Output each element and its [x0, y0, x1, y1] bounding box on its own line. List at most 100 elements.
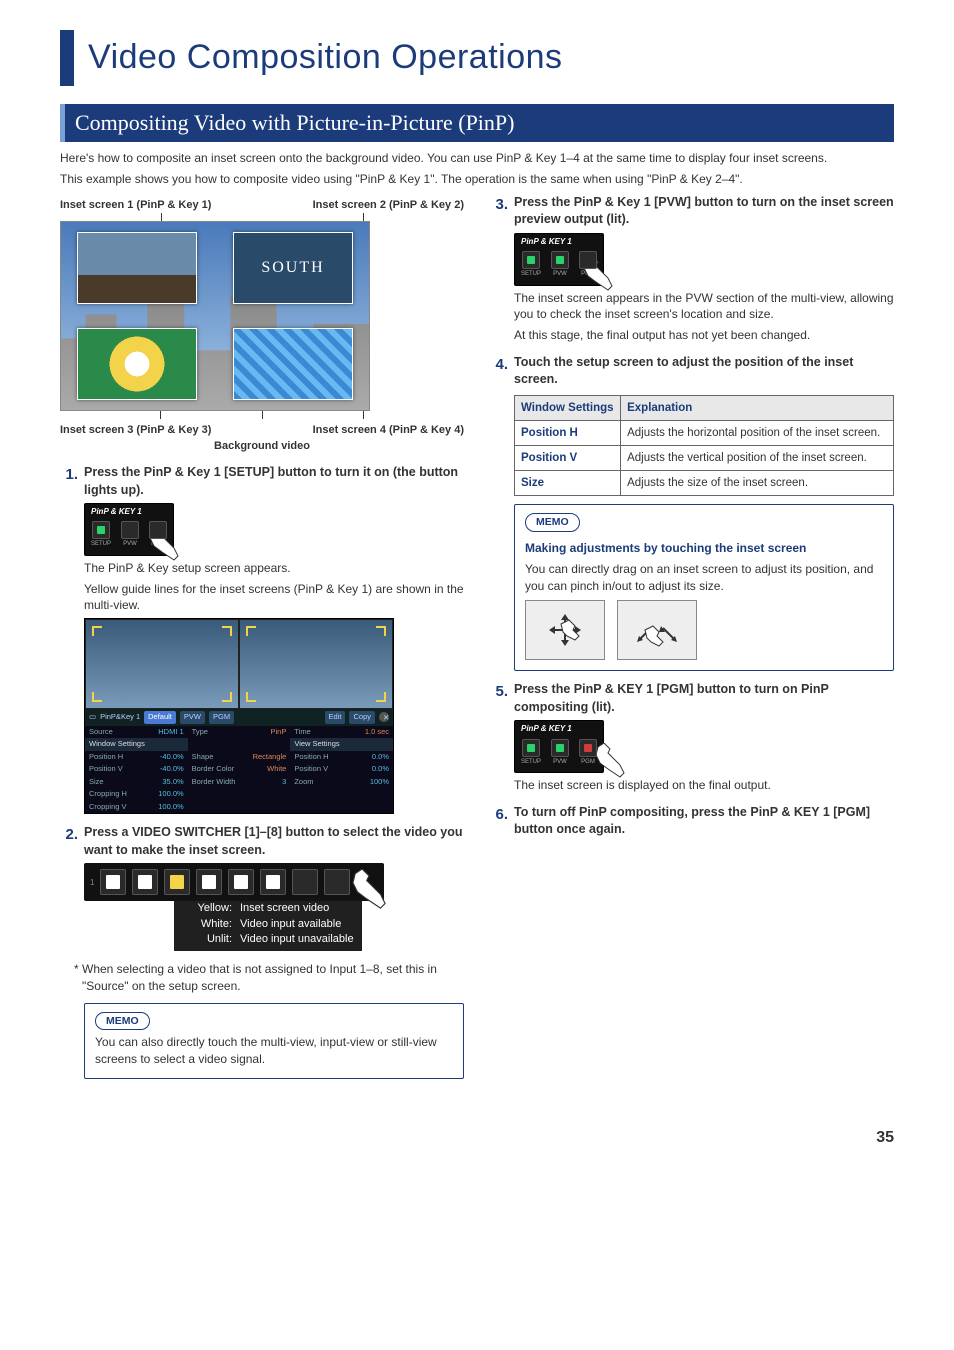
inset-4-thumb — [233, 328, 353, 400]
pvw-label: PVW — [123, 540, 137, 548]
table-row: Position HAdjusts the horizontal positio… — [515, 421, 894, 446]
setup-label: SETUP — [521, 270, 541, 278]
setup-label: SETUP — [91, 540, 111, 548]
pvw-label: PVW — [553, 758, 567, 766]
step-2-number: 2. — [60, 824, 78, 859]
chapter-header: Video Composition Operations — [60, 30, 894, 86]
step-6-number: 6. — [490, 804, 508, 839]
step-3-text: Press the PinP & Key 1 [PVW] button to t… — [514, 194, 894, 229]
pvw-button[interactable] — [551, 739, 569, 757]
figure-ticks-top — [60, 213, 464, 221]
page-number: 35 — [60, 1127, 894, 1149]
table-header-1: Window Settings — [515, 395, 621, 420]
panel-title: PinP & KEY 1 — [515, 234, 603, 247]
pgm-button[interactable] — [579, 251, 597, 269]
table-header-2: Explanation — [621, 395, 894, 420]
left-column: Inset screen 1 (PinP & Key 1) Inset scre… — [60, 194, 464, 1087]
setup-table-mid: TypePinP ShapeRectangle Border ColorWhit… — [188, 726, 291, 814]
step-5-after: The inset screen is displayed on the fin… — [514, 777, 894, 794]
label-inset-4: Inset screen 4 (PinP & Key 4) — [313, 423, 464, 438]
preview-left — [85, 619, 239, 709]
step-5: 5. Press the PinP & KEY 1 [PGM] button t… — [490, 681, 894, 716]
intro-line-1: Here's how to composite an inset screen … — [60, 150, 894, 167]
step-1-after-2: Yellow guide lines for the inset screens… — [84, 581, 464, 615]
figure-labels-top: Inset screen 1 (PinP & Key 1) Inset scre… — [60, 198, 464, 213]
section-title: Compositing Video with Picture-in-Pictur… — [60, 104, 894, 143]
composite-figure: SOUTH — [60, 221, 370, 411]
setup-screen-figure: ▭ PinP&Key 1 Default PVW PGM Edit Copy ✕… — [84, 618, 394, 814]
memo-2-body: You can directly drag on an inset screen… — [525, 561, 883, 595]
step-3: 3. Press the PinP & Key 1 [PVW] button t… — [490, 194, 894, 229]
intro-block: Here's how to composite an inset screen … — [60, 150, 894, 188]
step-3-after-2: At this stage, the final output has not … — [514, 327, 894, 344]
close-pill[interactable]: ✕ — [379, 712, 389, 722]
inset-3-thumb — [77, 328, 197, 400]
pgm-button[interactable] — [149, 521, 167, 539]
figure-ticks-bottom — [60, 411, 464, 419]
drag-gesture-icon — [525, 600, 605, 660]
step-3-body: PinP & KEY 1 SETUP PVW PGM The inset scr… — [514, 233, 894, 344]
switcher-button-1[interactable] — [100, 869, 126, 895]
memo-pill: MEMO — [95, 1012, 150, 1031]
legend-white-key: White: — [182, 917, 232, 932]
gesture-figures — [525, 600, 883, 660]
pinch-gesture-icon — [617, 600, 697, 660]
switcher-button-5[interactable] — [228, 869, 254, 895]
step-4-text: Touch the setup screen to adjust the pos… — [514, 354, 894, 389]
video-switcher: 1 8 — [84, 863, 384, 901]
legend-yellow-key: Yellow: — [182, 901, 232, 916]
label-background-video: Background video — [60, 439, 464, 454]
setup-button[interactable] — [522, 739, 540, 757]
step-6: 6. To turn off PinP compositing, press t… — [490, 804, 894, 839]
memo-1-body: You can also directly touch the multi-vi… — [95, 1034, 453, 1068]
right-column: 3. Press the PinP & Key 1 [PVW] button t… — [490, 194, 894, 1087]
inset-2-thumb: SOUTH — [233, 232, 353, 304]
step-4: 4. Touch the setup screen to adjust the … — [490, 354, 894, 389]
switcher-button-2[interactable] — [132, 869, 158, 895]
step-2-body: 1 8 Yellow:Inset screen video White — [84, 863, 464, 955]
table-row: SizeAdjusts the size of the inset screen… — [515, 471, 894, 496]
chapter-title: Video Composition Operations — [88, 30, 563, 86]
edit-pill[interactable]: Edit — [325, 711, 346, 724]
setup-button[interactable] — [522, 251, 540, 269]
chapter-bar — [60, 30, 74, 86]
switcher-button-7[interactable] — [292, 869, 318, 895]
south-text: SOUTH — [261, 257, 324, 279]
panel-title: PinP & KEY 1 — [515, 721, 603, 734]
preview-right — [239, 619, 393, 709]
step-1-number: 1. — [60, 464, 78, 499]
legend-white-val: Video input available — [240, 917, 341, 932]
setup-toolbar: ▭ PinP&Key 1 Default PVW PGM Edit Copy ✕ — [85, 709, 393, 726]
legend-yellow-val: Inset screen video — [240, 901, 329, 916]
step-5-body: PinP & KEY 1 SETUP PVW PGM The inset scr… — [514, 720, 894, 793]
setup-name: PinP&Key 1 — [100, 712, 140, 723]
setup-table-left: SourceHDMI 1 Window Settings Position H-… — [85, 726, 188, 814]
pvw-button[interactable] — [121, 521, 139, 539]
switcher-button-4[interactable] — [196, 869, 222, 895]
inset-1-thumb — [77, 232, 197, 304]
step-5-number: 5. — [490, 681, 508, 716]
panel-title: PinP & KEY 1 — [85, 504, 173, 517]
memo-box-2: MEMO Making adjustments by touching the … — [514, 504, 894, 671]
step-5-text: Press the PinP & KEY 1 [PGM] button to t… — [514, 681, 894, 716]
pvw-label: PVW — [553, 270, 567, 278]
label-inset-2: Inset screen 2 (PinP & Key 2) — [313, 198, 464, 213]
figure-labels-bottom: Inset screen 3 (PinP & Key 3) Inset scre… — [60, 423, 464, 454]
setup-table-right: Time1.0 sec View Settings Position H0.0%… — [290, 726, 393, 814]
setup-button[interactable] — [92, 521, 110, 539]
switcher-button-6[interactable] — [260, 869, 286, 895]
pgm-pill[interactable]: PGM — [209, 711, 234, 724]
window-settings-table: Window SettingsExplanation Position HAdj… — [514, 395, 894, 496]
pvw-pill[interactable]: PVW — [180, 711, 205, 724]
step-1-body: PinP & KEY 1 SETUP PVW PGM The PinP & Ke… — [84, 503, 464, 614]
pgm-button[interactable] — [579, 739, 597, 757]
step-2: 2. Press a VIDEO SWITCHER [1]–[8] button… — [60, 824, 464, 859]
default-pill[interactable]: Default — [144, 711, 176, 724]
copy-pill[interactable]: Copy — [349, 711, 375, 724]
memo-2-title: Making adjustments by touching the inset… — [525, 540, 883, 557]
pvw-button[interactable] — [551, 251, 569, 269]
step-3-number: 3. — [490, 194, 508, 229]
switcher-button-3[interactable] — [164, 869, 190, 895]
intro-line-2: This example shows you how to composite … — [60, 171, 894, 188]
table-row: Position VAdjusts the vertical position … — [515, 446, 894, 471]
